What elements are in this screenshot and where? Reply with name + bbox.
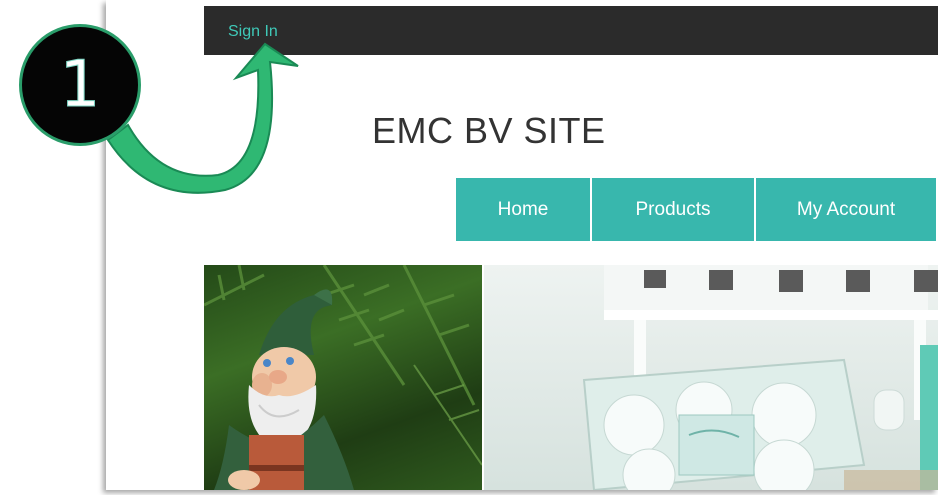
nav-products[interactable]: Products — [592, 178, 756, 241]
bath-fizzer-image — [484, 265, 938, 490]
step-number: 1 — [59, 48, 101, 123]
gnome-illustration — [204, 265, 482, 490]
site-title: EMC BV SITE — [372, 110, 606, 151]
main-nav: Home Products My Account — [456, 178, 936, 241]
step-number-badge: 1 — [19, 24, 141, 146]
nav-home[interactable]: Home — [456, 178, 592, 241]
bath-fizzer-illustration — [582, 265, 938, 490]
nav-my-account[interactable]: My Account — [756, 178, 936, 241]
garden-gnome-image — [204, 265, 482, 490]
